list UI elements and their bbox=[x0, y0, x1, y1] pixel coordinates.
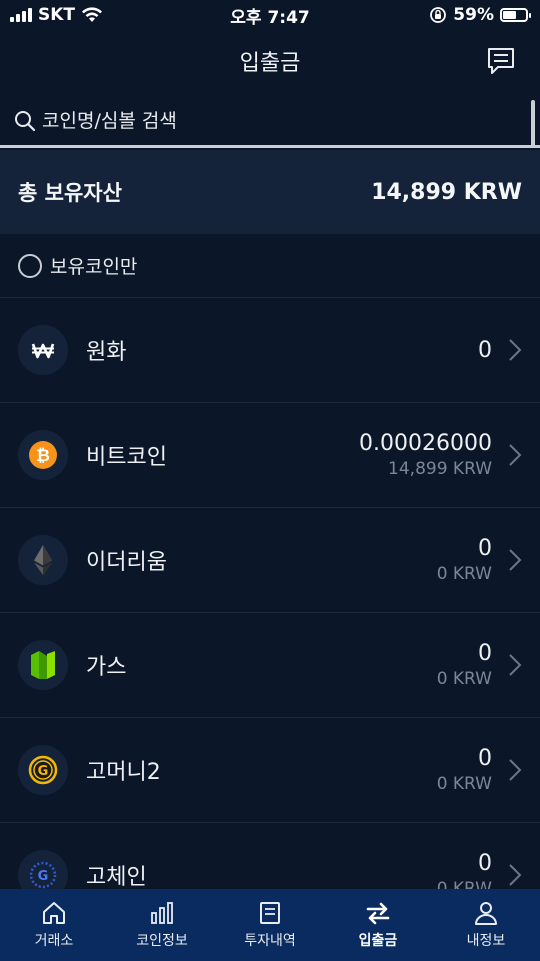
won-icon bbox=[18, 325, 68, 375]
battery-percent: 59% bbox=[453, 5, 494, 25]
coin-name: 이더리움 bbox=[86, 550, 167, 575]
tab-label: 거래소 bbox=[34, 933, 74, 949]
chevron-right-icon bbox=[509, 654, 522, 676]
nav-header: 입출금 bbox=[0, 30, 540, 92]
person-icon bbox=[475, 902, 497, 925]
tab-my-info[interactable]: 내정보 bbox=[432, 889, 540, 961]
chevron-right-icon bbox=[509, 549, 522, 571]
coin-krw-value: 0 KRW bbox=[436, 564, 492, 584]
coin-name: 고머니2 bbox=[86, 760, 161, 785]
search-input[interactable] bbox=[42, 109, 522, 132]
battery-icon bbox=[500, 8, 531, 22]
coin-list: 원화 0 ₿ 비트코인 0.00026000 14,899 KRW 이더리움 0… bbox=[0, 298, 540, 928]
total-assets-row: 총 보유자산 14,899 KRW bbox=[0, 150, 540, 234]
tab-label: 코인정보 bbox=[136, 933, 188, 949]
coin-name: 원화 bbox=[86, 340, 127, 365]
coin-values: 0 0 KRW bbox=[437, 641, 492, 689]
chat-icon[interactable] bbox=[486, 46, 516, 76]
tab-label: 투자내역 bbox=[244, 933, 296, 949]
coin-krw-value: 14,899 KRW bbox=[388, 459, 492, 479]
bitcoin-icon: ₿ bbox=[18, 430, 68, 480]
coin-values: 0.00026000 14,899 KRW bbox=[359, 431, 492, 479]
tab-label: 입출금 bbox=[358, 933, 398, 949]
signal-icon bbox=[10, 8, 32, 22]
tab-label: 내정보 bbox=[466, 933, 506, 949]
coin-name: 가스 bbox=[86, 655, 127, 680]
coin-name: 고체인 bbox=[86, 865, 147, 890]
coin-amount: 0.00026000 bbox=[359, 431, 492, 456]
coin-amount: 0 bbox=[478, 536, 492, 561]
chevron-right-icon bbox=[509, 339, 522, 361]
coin-values: 0 0 KRW bbox=[437, 536, 492, 584]
bottom-tab-bar: 거래소 코인정보 투자내역 입출금 내정보 bbox=[0, 889, 540, 961]
holdings-only-label: 보유코인만 bbox=[50, 256, 138, 278]
gomoney2-icon: G bbox=[18, 745, 68, 795]
page-title: 입출금 bbox=[239, 51, 301, 76]
rotation-lock-icon bbox=[430, 7, 447, 23]
total-assets-value: 14,899 KRW bbox=[371, 179, 522, 205]
coin-amount: 0 bbox=[478, 746, 492, 771]
status-bar: SKT 오후 7:47 59% bbox=[0, 0, 540, 30]
holdings-only-filter[interactable]: 보유코인만 bbox=[0, 234, 540, 298]
coin-row-gas[interactable]: 가스 0 0 KRW bbox=[0, 613, 540, 718]
coin-amount: 0 bbox=[478, 641, 492, 666]
coin-row-ethereum[interactable]: 이더리움 0 0 KRW bbox=[0, 508, 540, 613]
coin-row-krw[interactable]: 원화 0 bbox=[0, 298, 540, 403]
svg-text:₿: ₿ bbox=[36, 446, 50, 466]
status-left: SKT bbox=[10, 5, 103, 25]
coin-amount: 0 bbox=[478, 851, 492, 876]
gas-icon bbox=[18, 640, 68, 690]
tab-investment-history[interactable]: 투자내역 bbox=[216, 889, 324, 961]
chevron-right-icon bbox=[509, 864, 522, 886]
search-icon bbox=[15, 110, 36, 131]
chevron-right-icon bbox=[509, 759, 522, 781]
svg-text:G: G bbox=[38, 869, 49, 884]
carrier-label: SKT bbox=[38, 5, 76, 25]
coin-name: 비트코인 bbox=[86, 445, 167, 470]
coin-row-gomoney2[interactable]: G 고머니2 0 0 KRW bbox=[0, 718, 540, 823]
ethereum-icon bbox=[18, 535, 68, 585]
battery-fill bbox=[503, 11, 516, 19]
tab-coin-info[interactable]: 코인정보 bbox=[108, 889, 216, 961]
tab-exchange[interactable]: 거래소 bbox=[0, 889, 108, 961]
coin-values: 0 bbox=[478, 338, 492, 363]
bar-chart-icon bbox=[151, 902, 173, 924]
coin-amount: 0 bbox=[478, 337, 492, 363]
tab-deposit-withdraw[interactable]: 입출금 bbox=[324, 889, 432, 961]
status-right: 59% bbox=[429, 5, 531, 25]
coin-krw-value: 0 KRW bbox=[436, 774, 492, 794]
scrollbar[interactable] bbox=[531, 100, 535, 148]
coin-row-bitcoin[interactable]: ₿ 비트코인 0.00026000 14,899 KRW bbox=[0, 403, 540, 508]
chevron-right-icon bbox=[509, 444, 522, 466]
holdings-only-radio[interactable] bbox=[18, 253, 42, 278]
wifi-icon bbox=[82, 7, 103, 22]
total-assets-label: 총 보유자산 bbox=[18, 181, 122, 205]
coin-krw-value: 0 KRW bbox=[436, 669, 492, 689]
transfer-icon bbox=[366, 902, 390, 925]
home-icon bbox=[43, 902, 65, 924]
search-bar bbox=[0, 96, 540, 148]
document-icon bbox=[260, 902, 280, 924]
svg-text:G: G bbox=[38, 764, 49, 779]
coin-values: 0 0 KRW bbox=[437, 746, 492, 794]
